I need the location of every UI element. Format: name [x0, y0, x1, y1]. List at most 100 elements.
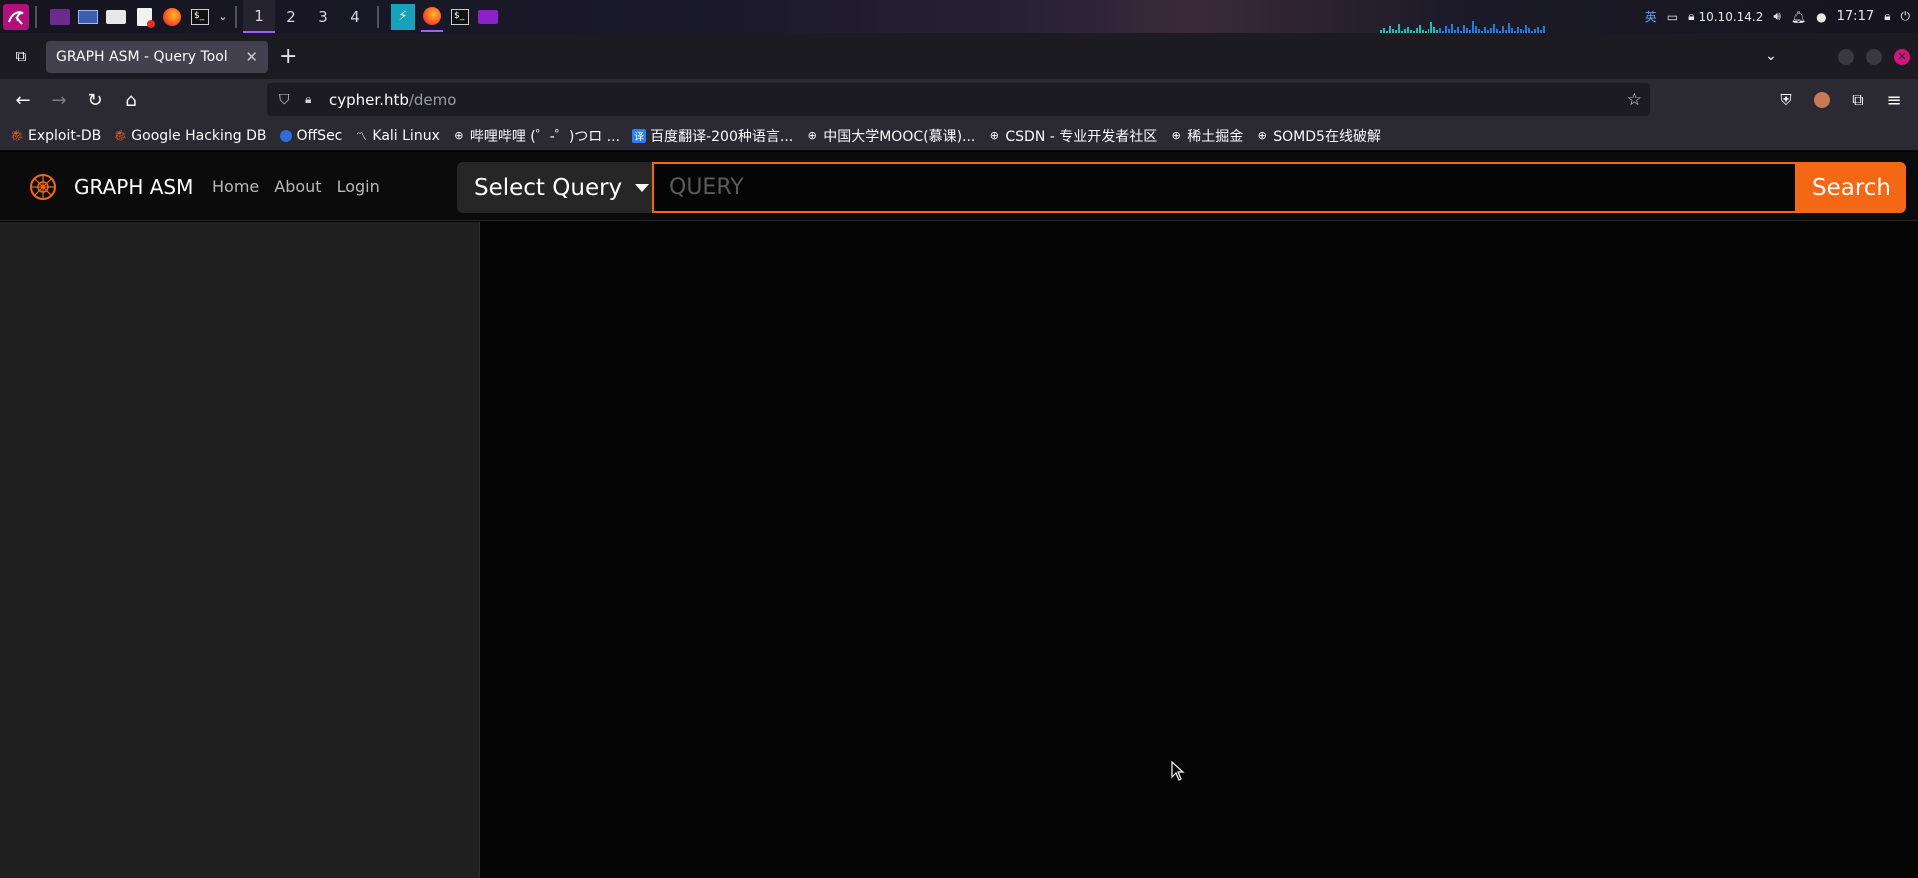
reload-icon[interactable]: ↻ — [82, 87, 108, 113]
terminal-window-icon[interactable]: $_ — [449, 6, 471, 28]
url-path: /demo — [408, 90, 457, 109]
close-tab-icon[interactable]: ✕ — [245, 48, 258, 66]
network-activity-bar — [1475, 26, 1477, 33]
new-tab-button[interactable]: + — [279, 44, 297, 69]
kali-menu-icon[interactable] — [3, 3, 29, 30]
url-bar[interactable]: ⛉ 🔒︎ cypher.htb/demo ☆ — [267, 83, 1650, 116]
bookmark-kali-linux[interactable]: 〽 Kali Linux — [354, 127, 440, 144]
shield-icon[interactable]: ⛉ — [279, 92, 290, 108]
url-host: cypher.htb — [329, 90, 409, 109]
text-editor-icon[interactable] — [133, 6, 155, 28]
offsec-icon — [279, 129, 293, 143]
firefox-window-icon[interactable] — [421, 2, 443, 32]
workspace-2[interactable]: 2 — [275, 0, 307, 33]
screen-icon[interactable]: ▭ — [1667, 10, 1678, 24]
network-activity-bar — [1418, 25, 1421, 33]
search-button[interactable]: Search — [1797, 162, 1906, 213]
network-activity-bar — [1451, 24, 1454, 33]
network-activity-bar — [1501, 26, 1504, 33]
workspace-4[interactable]: 4 — [339, 0, 371, 33]
bookmark-exploit-db[interactable]: 🐞︎ Exploit-DB — [10, 128, 101, 144]
bookmark-label: Google Hacking DB — [131, 127, 267, 144]
caret-down-icon — [635, 183, 650, 192]
taskbar-separator — [235, 5, 237, 28]
back-arrow-icon[interactable]: ← — [10, 87, 36, 113]
exploitdb-icon: 🐞︎ — [10, 129, 24, 142]
burpsuite-window-icon[interactable]: ⚡ — [391, 3, 415, 30]
bookmark-label: 百度翻译-200种语言... — [650, 128, 794, 145]
mouse-cursor-icon — [1171, 761, 1185, 781]
bookmark-bilibili[interactable]: ⊕ 哔哩哔哩 (゜-゜)つロ ... — [452, 126, 620, 146]
display-settings-icon[interactable] — [77, 6, 99, 28]
pocket-icon[interactable]: ⛨ — [1773, 87, 1799, 113]
bookmark-label: SOMD5在线破解 — [1273, 128, 1381, 145]
bookmark-somd5[interactable]: ⊕ SOMD5在线破解 — [1255, 126, 1381, 146]
globe-icon: ⊕ — [807, 129, 817, 142]
query-side-panel — [0, 222, 480, 878]
vpn-lock-icon: 🔒︎ — [1688, 9, 1695, 23]
bookmark-label: OffSec — [296, 127, 343, 144]
bookmark-label: Exploit-DB — [28, 127, 102, 144]
bookmark-juejin[interactable]: ⊕ 稀土掘金 — [1169, 126, 1244, 146]
nav-home-link[interactable]: Home — [212, 177, 259, 196]
bookmarks-toolbar: 🐞︎ Exploit-DB 🐞︎ Google Hacking DB OffSe… — [0, 121, 1918, 151]
firefox-launcher-icon[interactable] — [161, 6, 183, 28]
extensions-puzzle-icon[interactable]: ⧉ — [1845, 87, 1871, 113]
brand-name: GRAPH ASM — [74, 175, 194, 199]
network-graph-widget — [1380, 18, 1546, 33]
maximize-window-button[interactable] — [1866, 49, 1882, 65]
folder-window-icon[interactable] — [477, 6, 499, 28]
close-window-button[interactable]: ✕ — [1894, 49, 1910, 65]
volume-icon[interactable]: 🔊︎ — [1773, 9, 1781, 24]
tab-overview-icon[interactable]: ⧉ — [8, 43, 34, 69]
terminal-launcher-icon[interactable]: $_ — [189, 6, 211, 28]
select-query-dropdown[interactable]: Select Query — [457, 162, 652, 213]
nav-about-link[interactable]: About — [274, 177, 321, 196]
bookmark-csdn[interactable]: ⊕ CSDN - 专业开发者社区 — [987, 126, 1157, 146]
logout-icon[interactable]: ⏻ — [1901, 9, 1911, 24]
chevron-down-icon[interactable]: ⌄ — [217, 6, 229, 28]
bookmark-label: Kali Linux — [372, 127, 440, 144]
minimize-window-button[interactable] — [1838, 49, 1854, 65]
input-method-indicator[interactable]: 英 — [1645, 8, 1657, 25]
forward-arrow-icon[interactable]: → — [46, 87, 72, 113]
bookmark-star-icon[interactable]: ☆ — [1627, 90, 1642, 110]
network-activity-bar — [1463, 25, 1466, 33]
globe-icon: ⊕ — [1171, 129, 1181, 142]
graph-canvas[interactable] — [481, 222, 1918, 878]
network-activity-bar — [1445, 26, 1448, 33]
home-icon[interactable]: ⌂ — [118, 87, 144, 113]
lock-icon[interactable]: 🔒︎ — [305, 92, 311, 107]
bookmark-icourse-mooc[interactable]: ⊕ 中国大学MOOC(慕课)... — [805, 126, 976, 146]
terminal-emulator-icon[interactable] — [49, 6, 71, 28]
bookmark-baidu-translate[interactable]: 译 百度翻译-200种语言... — [632, 126, 793, 146]
globe-icon: ⊕ — [454, 129, 464, 142]
lock-screen-icon[interactable]: 🔒︎ — [1884, 9, 1890, 24]
nav-login-link[interactable]: Login — [337, 177, 380, 196]
browser-navigation-bar: ← → ↻ ⌂ ⛉ 🔒︎ cypher.htb/demo ☆ ⛨ ⧉ ≡ — [0, 79, 1918, 121]
network-activity-bar — [1525, 25, 1528, 33]
ghdb-icon: 🐞︎ — [113, 129, 128, 142]
graph-logo-icon — [30, 174, 56, 200]
taskbar-separator — [377, 5, 379, 28]
clock[interactable]: 17:17 — [1837, 9, 1874, 24]
bookmark-label: 中国大学MOOC(慕课)... — [823, 128, 976, 145]
web-page: GRAPH ASM Home About Login Select Query … — [0, 152, 1918, 878]
query-input[interactable] — [652, 162, 1797, 213]
list-all-tabs-icon[interactable]: ⌄ — [1758, 43, 1784, 69]
extension-avatar-icon[interactable] — [1809, 87, 1835, 113]
bookmark-offsec[interactable]: OffSec — [279, 127, 343, 144]
update-icon[interactable]: ● — [1816, 10, 1826, 24]
tab-title: GRAPH ASM - Query Tool — [56, 49, 228, 65]
hamburger-menu-icon[interactable]: ≡ — [1881, 87, 1907, 113]
bookmark-google-hacking-db[interactable]: 🐞︎ Google Hacking DB — [113, 128, 266, 144]
globe-icon: ⊕ — [1257, 129, 1267, 142]
tab-graph-asm[interactable]: GRAPH ASM - Query Tool ✕ — [46, 41, 268, 73]
file-manager-icon[interactable] — [105, 6, 127, 28]
bookmark-label: CSDN - 专业开发者社区 — [1005, 128, 1158, 145]
notification-bell-icon[interactable]: 🔔︎ — [1791, 10, 1806, 24]
workspace-3[interactable]: 3 — [307, 0, 339, 33]
network-activity-bar — [1397, 24, 1400, 33]
workspace-1[interactable]: 1 — [243, 0, 275, 33]
brand[interactable]: GRAPH ASM — [28, 172, 193, 202]
